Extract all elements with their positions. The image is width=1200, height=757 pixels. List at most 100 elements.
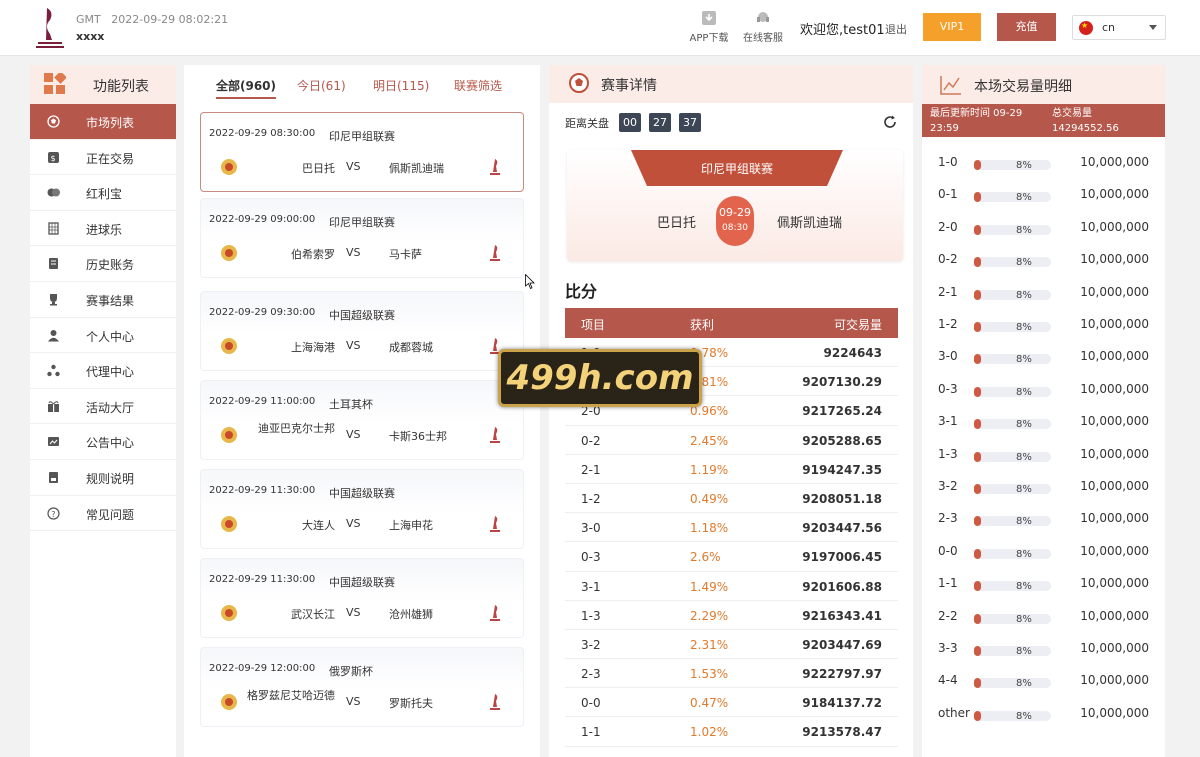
trade-header: 本场交易量明细 (922, 65, 1165, 104)
match-card[interactable]: 2022-09-29 12:00:00 俄罗斯杯 格罗兹尼艾哈迈德 VS 罗斯托夫 (200, 647, 524, 727)
world-cup-logo[interactable] (30, 6, 70, 50)
trade-row: 3-0 8% 10,000,000 (922, 344, 1165, 376)
trade-score: 0-2 (938, 252, 958, 267)
score-profit: 0.49% (690, 491, 729, 506)
sidebar-item-0[interactable]: 市场列表 (30, 104, 176, 140)
trade-score: 3-3 (938, 641, 958, 655)
trade-row: 0-0 8% 10,000,000 (922, 539, 1165, 571)
score-volume: 9197006.45 (802, 550, 882, 565)
match-card[interactable]: 2022-09-29 11:00:00 土耳其杯 迪亚巴克尔士邦 VS 卡斯36士邦 (200, 380, 524, 460)
gmt-label: GMT (76, 13, 101, 26)
score-row[interactable]: 1-1 1.02% 9213578.47 (565, 717, 898, 747)
score-row[interactable]: 1-2 0.49% 9208051.18 (565, 484, 898, 514)
watermark-logo: 499h.com (498, 349, 702, 407)
watermark-text: 499h.com (506, 358, 694, 398)
sidebar-item-9[interactable]: 公告中心 (30, 424, 176, 460)
trade-progress-track (974, 354, 1051, 365)
tab-league-filter[interactable]: 联赛筛选 (454, 77, 502, 94)
score-row[interactable]: 3-0 1.18% 9203447.56 (565, 513, 898, 543)
recharge-button[interactable]: 充值 (997, 13, 1056, 41)
home-team: 格罗兹尼艾哈迈德 (247, 689, 335, 702)
sidebar-item-11[interactable]: ? 常见问题 (30, 496, 176, 532)
trade-row: other 8% 10,000,000 (922, 701, 1165, 733)
col-profit: 获利 (690, 318, 715, 332)
score-row[interactable]: 0-2 2.45% 9205288.65 (565, 426, 898, 455)
online-service-button[interactable]: 在线客服 (741, 10, 785, 44)
trade-progress-fill (974, 548, 981, 559)
question-icon: ? (47, 506, 60, 520)
match-card[interactable]: 2022-09-29 08:30:00 印尼甲组联赛 巴日托 VS 佩斯凯迪瑞 (200, 112, 524, 192)
chevron-down-icon (1149, 25, 1157, 30)
history-icon (49, 258, 58, 270)
sidebar-item-3[interactable]: 进球乐 (30, 211, 176, 247)
trade-summary: 最后更新时间 09-29 23:59 总交易量 14294552.56 (922, 104, 1165, 137)
score-volume: 9207130.29 (802, 375, 882, 390)
home-team: 大连人 (302, 519, 335, 532)
trade-progress-fill (974, 710, 981, 721)
tab-all[interactable]: 全部(960) (216, 77, 277, 99)
logout-link[interactable]: 退出 (885, 21, 907, 37)
trade-progress-fill (974, 419, 981, 430)
match-card[interactable]: 2022-09-29 09:30:00 中国超级联赛 上海海港 VS 成都蓉城 (200, 291, 524, 371)
app-download-button[interactable]: APP下载 (687, 10, 731, 44)
sidebar-item-5[interactable]: 赛事结果 (30, 282, 176, 318)
trade-row: 0-2 8% 10,000,000 (922, 247, 1165, 279)
score-row[interactable]: 2-3 1.53% 9222797.97 (565, 659, 898, 689)
score-profit: 1.19% (690, 462, 729, 477)
match-score-card: 印尼甲组联赛 巴日托 09-29 08:30 佩斯凯迪瑞 (567, 150, 903, 261)
countdown-minutes: 27 (649, 113, 671, 132)
score-row[interactable]: 3-2 2.31% 9203447.69 (565, 630, 898, 660)
masked-username: xxxx (76, 30, 105, 43)
match-card[interactable]: 2022-09-29 11:30:00 中国超级联赛 大连人 VS 上海申花 (200, 469, 524, 549)
refresh-icon[interactable] (883, 115, 897, 129)
trade-progress-track (974, 581, 1051, 592)
detail-header: 赛事详情 (549, 65, 913, 103)
score-row[interactable]: 0-0 0.47% 9184137.72 (565, 688, 898, 718)
vs-label: VS (346, 428, 361, 441)
gmt-clock: GMT 2022-09-29 08:02:21 (76, 13, 228, 26)
sidebar-item-10[interactable]: 规则说明 (30, 460, 176, 496)
trade-progress-fill (974, 257, 981, 268)
trade-percent: 8% (1016, 646, 1032, 657)
vip-button[interactable]: VIP1 (923, 13, 981, 41)
language-select[interactable]: cn (1072, 15, 1166, 40)
score-item: 2-1 (581, 462, 601, 477)
score-row[interactable]: 0-3 2.6% 9197006.45 (565, 542, 898, 572)
home-team-logo-icon (221, 516, 237, 532)
trade-row: 2-0 8% 10,000,000 (922, 215, 1165, 247)
sidebar-item-2[interactable]: 红利宝 (30, 175, 176, 211)
trade-percent: 8% (1016, 678, 1032, 690)
sidebar-item-label: 个人中心 (86, 329, 135, 344)
sidebar-item-label: 历史账务 (86, 258, 135, 273)
trade-progress-track (974, 289, 1051, 300)
sidebar-item-7[interactable]: 代理中心 (30, 353, 176, 389)
trade-progress-fill (974, 646, 981, 656)
match-tabs: 全部(960) 今日(61) 明日(115) 联赛筛选 (184, 65, 540, 105)
coins-icon (47, 188, 60, 197)
sidebar-item-8[interactable]: 活动大厅 (30, 389, 176, 425)
score-row[interactable]: 3-1 1.49% 9201606.88 (565, 572, 898, 601)
tab-tomorrow[interactable]: 明日(115) (373, 77, 429, 94)
score-row[interactable]: 2-1 1.19% 9194247.35 (565, 455, 898, 484)
score-volume: 9208051.18 (802, 491, 882, 506)
sidebar-item-6[interactable]: 个人中心 (30, 318, 176, 354)
home-team: 迪亚巴克尔士邦 (258, 422, 335, 435)
trade-progress-fill (974, 516, 981, 527)
match-card[interactable]: 2022-09-29 11:30:00 中国超级联赛 武汉长江 VS 沧州雄狮 (200, 558, 524, 638)
match-date-badge: 09-29 08:30 (716, 196, 754, 246)
trade-progress-fill (974, 581, 981, 592)
match-card[interactable]: 2022-09-29 09:00:00 印尼甲组联赛 伯希索罗 VS 马卡萨 (200, 198, 524, 278)
trade-amount: 10,000,000 (1080, 641, 1149, 655)
match-league: 印尼甲组联赛 (329, 216, 395, 229)
headset-icon (757, 12, 769, 22)
away-team: 上海申花 (389, 519, 433, 532)
trade-progress-fill (974, 224, 981, 235)
col-volume: 可交易量 (833, 318, 882, 332)
sidebar-item-4[interactable]: 历史账务 (30, 246, 176, 282)
tab-today[interactable]: 今日(61) (297, 77, 346, 94)
sidebar-item-1[interactable]: $ 正在交易 (30, 140, 176, 176)
trade-score: 2-2 (938, 608, 958, 623)
sidebar: 功能列表 市场列表 $ 正在交易 红利宝 进球乐 历史账务 赛事结果 个人中心 代理中心 活动大厅… (30, 65, 176, 757)
score-row[interactable]: 1-3 2.29% 9216343.41 (565, 601, 898, 630)
score-item: 0-0 (581, 696, 601, 711)
